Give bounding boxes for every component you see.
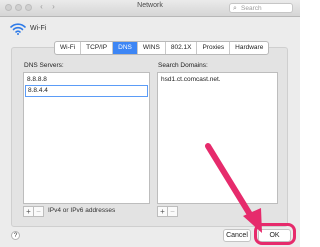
network-preferences-window: ‹ › Network ⌕ Search Wi-Fi DNS Servers: … xyxy=(0,0,300,247)
pointer-arrow-icon xyxy=(205,143,262,233)
